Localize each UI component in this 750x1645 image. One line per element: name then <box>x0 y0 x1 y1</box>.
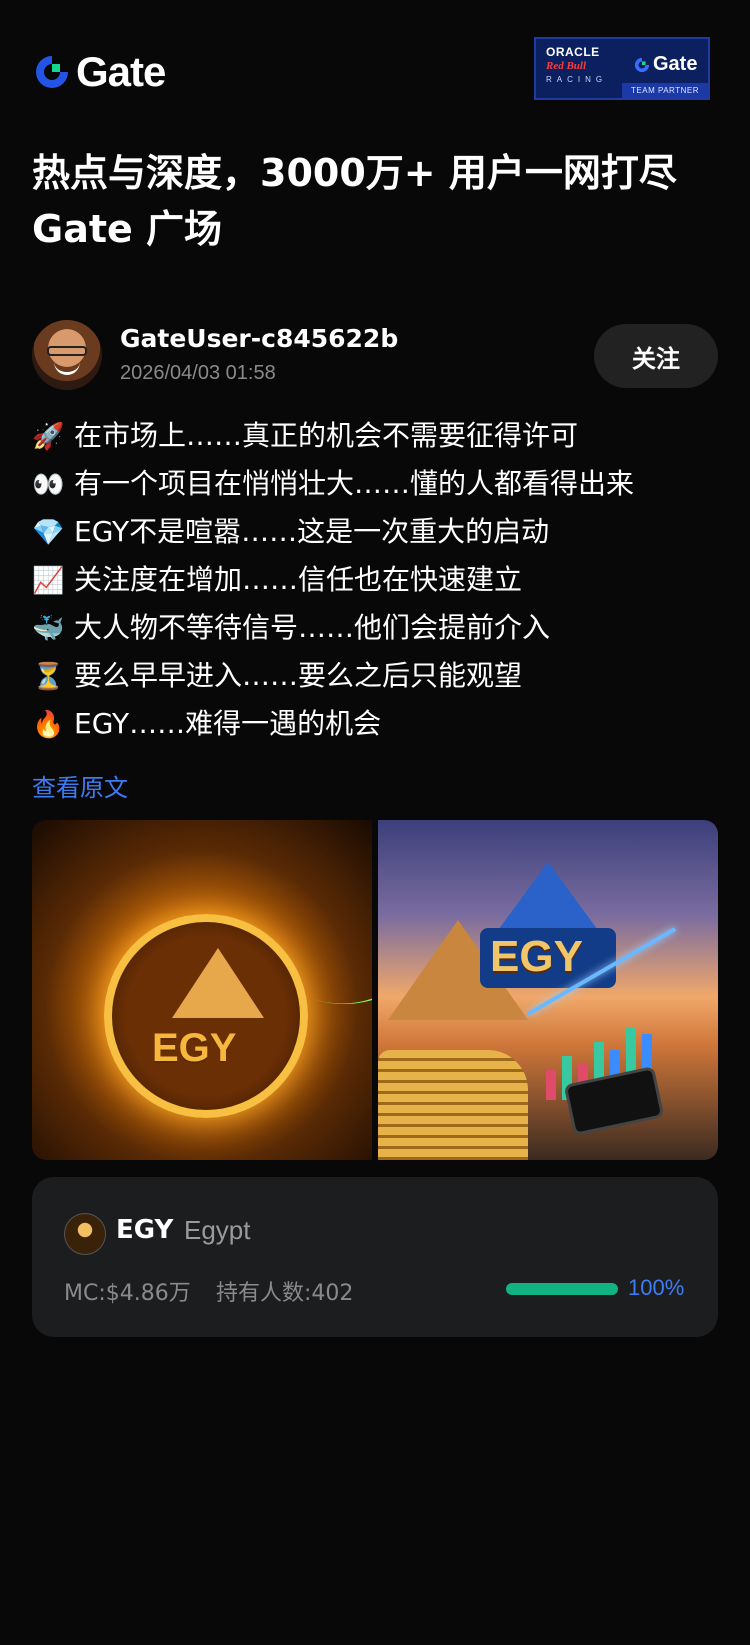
page-headline: 热点与深度，3000万+ 用户一网打尽 Gate 广场 <box>32 151 677 251</box>
chart-up-icon: 📈 <box>32 566 65 596</box>
eyes-icon: 👀 <box>32 470 65 500</box>
author-row: GateUser-c845622b 2026/04/03 01:58 关注 <box>32 320 718 392</box>
whale-icon: 🐳 <box>32 614 65 644</box>
post-line: 🔥 EGY……难得一遇的机会 <box>32 700 722 748</box>
partner-line3: RACING <box>546 75 608 84</box>
post-line-text: EGY不是喧嚣……这是一次重大的启动 <box>74 515 550 548</box>
post-line-text: 要么早早进入……要么之后只能观望 <box>74 659 523 692</box>
header: Gate ORACLE Red Bull RACING Gate TEAM PA… <box>0 0 750 140</box>
egy-coin: EGY <box>104 914 308 1118</box>
post-line-text: 关注度在增加……信任也在快速建立 <box>74 563 523 596</box>
post-image-1[interactable]: EGY <box>32 820 372 1160</box>
token-name: Egypt <box>184 1215 251 1245</box>
avatar-glasses <box>47 346 87 356</box>
token-progress-percent: 100% <box>628 1275 685 1300</box>
token-card[interactable]: EGY Egypt MC:$4.86万 持有人数:402 100% <box>32 1177 718 1337</box>
token-market-cap: MC:$4.86万 <box>64 1281 191 1306</box>
fire-icon: 🔥 <box>32 710 65 740</box>
post-line: 📈 关注度在增加……信任也在快速建立 <box>32 556 722 604</box>
image-gallery: EGY EGY <box>32 820 718 1160</box>
token-icon <box>64 1213 106 1255</box>
post-timestamp: 2026/04/03 01:58 <box>120 362 276 384</box>
post-line: 🚀 在市场上……真正的机会不需要征得许可 <box>32 412 722 460</box>
avatar-smile <box>54 362 80 375</box>
post-body: 🚀 在市场上……真正的机会不需要征得许可 👀 有一个项目在悄悄壮大……懂的人都看得出… <box>32 412 722 748</box>
avatar[interactable] <box>32 320 102 390</box>
post-line: 💎 EGY不是喧嚣……这是一次重大的启动 <box>32 508 722 556</box>
gold-coins-icon <box>378 1050 528 1160</box>
post-line-text: EGY……难得一遇的机会 <box>74 707 382 740</box>
team-partner-banner[interactable]: ORACLE Red Bull RACING Gate TEAM PARTNER <box>534 37 710 100</box>
view-original-link[interactable]: 查看原文 <box>32 768 128 803</box>
post-line: ⏳ 要么早早进入……要么之后只能观望 <box>32 652 722 700</box>
partner-tagline: TEAM PARTNER <box>622 83 708 98</box>
partner-brand-text: Gate <box>653 53 698 75</box>
token-symbol: EGY <box>116 1215 174 1245</box>
post-line-text: 有一个项目在悄悄壮大……懂的人都看得出来 <box>74 467 635 500</box>
partner-line2: Red Bull <box>546 60 587 72</box>
hourglass-icon: ⏳ <box>32 662 65 692</box>
coin-label: EGY <box>152 1026 237 1070</box>
rocket-icon: 🚀 <box>32 422 65 452</box>
partner-brand: Gate <box>634 53 697 76</box>
badge-label: EGY <box>490 932 583 981</box>
token-progress-bar <box>506 1283 618 1295</box>
post-line: 👀 有一个项目在悄悄壮大……懂的人都看得出来 <box>32 460 722 508</box>
post-line: 🐳 大人物不等待信号……他们会提前介入 <box>32 604 722 652</box>
partner-line1: ORACLE <box>546 45 600 59</box>
post-image-2[interactable]: EGY <box>378 820 718 1160</box>
post-line-text: 在市场上……真正的机会不需要征得许可 <box>74 419 579 452</box>
gate-logo-icon <box>36 56 68 88</box>
gem-icon: 💎 <box>32 518 65 548</box>
username[interactable]: GateUser-c845622b <box>120 324 398 353</box>
pyramid-icon <box>172 948 264 1018</box>
token-holders: 持有人数:402 <box>216 1281 354 1306</box>
post-line-text: 大人物不等待信号……他们会提前介入 <box>74 611 551 644</box>
logo-text: Gate <box>76 48 166 95</box>
gate-logo[interactable]: Gate <box>34 48 166 96</box>
follow-button[interactable]: 关注 <box>594 324 718 388</box>
gate-small-icon <box>634 57 650 72</box>
